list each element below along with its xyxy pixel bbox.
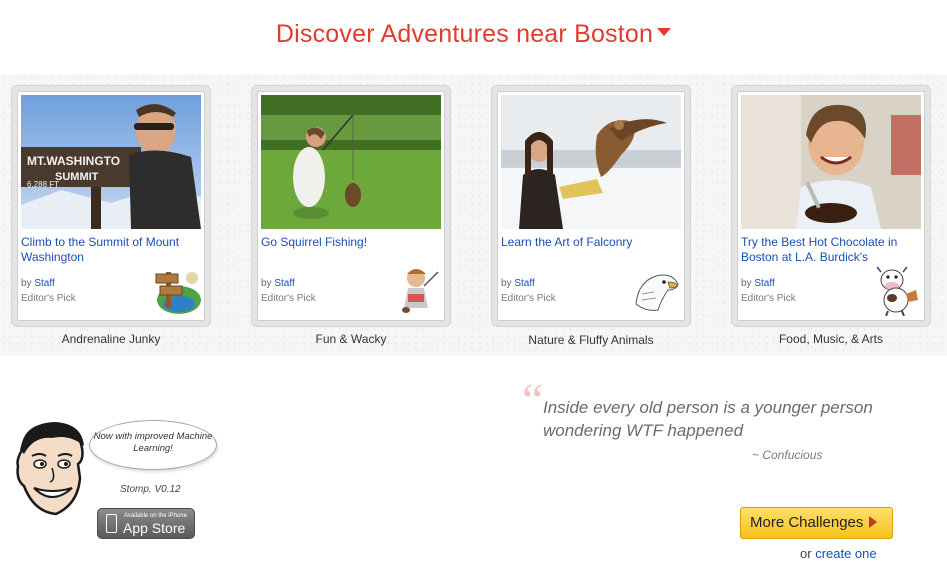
category-label[interactable]: Andrenaline Junky [12,332,210,346]
author-link[interactable]: Staff [274,278,294,289]
bubble-text: Now with improved Machine Learning! [93,431,213,454]
card-title[interactable]: Go Squirrel Fishing! [261,235,443,250]
author-link[interactable]: Staff [34,278,54,289]
by-label: by [21,278,32,289]
challenge-card[interactable]: Try the Best Hot Chocolate in Boston at … [732,86,930,326]
editors-pick-label: Editor's Pick [741,293,796,304]
card-body: MT.WASHINGTO SUMMIT 6,288 FT Climb to th… [17,91,205,321]
by-label: by [501,278,512,289]
card-title[interactable]: Try the Best Hot Chocolate in Boston at … [741,235,923,265]
falconry-photo[interactable] [501,95,681,229]
more-challenges-label: More Challenges [750,514,864,531]
svg-text:MT.WASHINGTO: MT.WASHINGTO [27,154,120,168]
card-byline: by Staff [741,278,775,289]
eagle-icon [632,264,682,316]
page-title-text[interactable]: Discover Adventures near Boston [276,20,653,48]
author-link[interactable]: Staff [754,278,774,289]
quote-mark-icon: “ [522,374,544,427]
challenge-card[interactable]: Learn the Art of Falconry by Staff Edito… [492,86,690,326]
speech-bubble: Now with improved Machine Learning! [89,420,217,470]
card-title[interactable]: Climb to the Summit of Mount Washington [21,235,203,265]
more-challenges-button[interactable]: More Challenges [740,507,893,539]
mountain-summit-photo[interactable]: MT.WASHINGTO SUMMIT 6,288 FT [21,95,201,229]
iphone-icon [106,514,117,533]
play-arrow-icon [869,516,878,529]
by-label: by [261,278,272,289]
squirrel-fishing-photo[interactable] [261,95,441,229]
card-body: Learn the Art of Falconry by Staff Edito… [497,91,685,321]
mascot-face [12,420,92,525]
hot-chocolate-photo[interactable] [741,95,921,229]
category-label[interactable]: Nature & Fluffy Animals [492,333,690,347]
card-byline: by Staff [21,278,55,289]
card-body: Try the Best Hot Chocolate in Boston at … [737,91,925,321]
svg-text:6,288 FT: 6,288 FT [27,180,59,189]
version-label: Stomp, V0.12 [120,484,181,495]
quote-author: ~ Confucious [752,448,823,462]
cartoon-character-icon [392,264,442,316]
card-byline: by Staff [501,278,535,289]
chevron-down-icon[interactable] [657,28,672,37]
app-store-text: App Store [123,520,186,536]
page-title[interactable]: Discover Adventures near Boston [0,20,947,49]
app-store-badge[interactable]: Available on the iPhone App Store [97,508,195,539]
signpost-icon [152,264,202,316]
app-store-small-text: Available on the iPhone [124,513,187,519]
editors-pick-label: Editor's Pick [501,293,556,304]
challenge-card[interactable]: MT.WASHINGTO SUMMIT 6,288 FT Climb to th… [12,86,210,326]
editors-pick-label: Editor's Pick [261,293,316,304]
svg-text:SUMMIT: SUMMIT [55,171,99,183]
card-title[interactable]: Learn the Art of Falconry [501,235,683,250]
category-label[interactable]: Fun & Wacky [252,332,450,346]
card-body: Go Squirrel Fishing! by Staff Editor's P… [257,91,445,321]
author-link[interactable]: Staff [514,278,534,289]
editors-pick-label: Editor's Pick [21,293,76,304]
category-label[interactable]: Food, Music, & Arts [732,332,930,346]
card-byline: by Staff [261,278,295,289]
by-label: by [741,278,752,289]
challenge-card[interactable]: Go Squirrel Fishing! by Staff Editor's P… [252,86,450,326]
quote-text: Inside every old person is a younger per… [543,398,873,440]
cow-icon [872,264,922,317]
